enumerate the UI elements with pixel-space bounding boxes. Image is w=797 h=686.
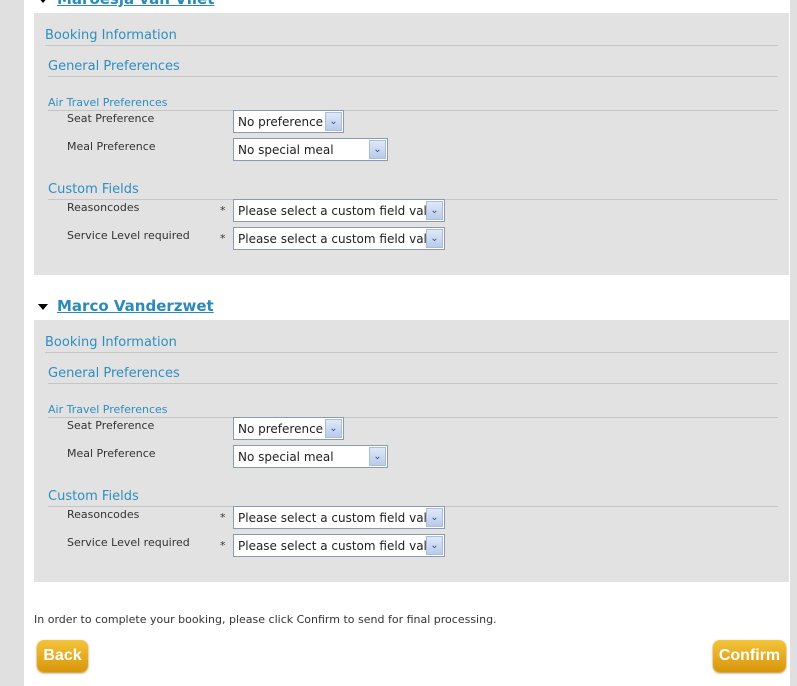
service-level-value: Please select a custom field value [238, 232, 442, 246]
meal-preference-value: No special meal [238, 450, 334, 464]
confirm-instructions: In order to complete your booking, pleas… [34, 613, 497, 626]
reasoncodes-select[interactable]: Please select a custom field value ⌄ [233, 199, 445, 222]
seat-preference-select[interactable]: No preference ⌄ [233, 110, 344, 133]
chevron-down-icon[interactable]: ⌄ [369, 447, 386, 466]
general-preferences-heading: General Preferences [48, 59, 778, 77]
chevron-down-icon[interactable]: ⌄ [426, 229, 443, 248]
chevron-down-icon[interactable]: ⌄ [369, 140, 386, 159]
service-level-label: Service Level required [67, 229, 190, 242]
service-level-value: Please select a custom field value [238, 539, 442, 553]
seat-preference-label: Seat Preference [67, 419, 155, 432]
air-travel-preferences-heading: Air Travel Preferences [48, 96, 778, 111]
service-level-select[interactable]: Please select a custom field value ⌄ [233, 534, 445, 557]
confirm-button[interactable]: Confirm [713, 640, 786, 672]
required-marker: * [220, 511, 226, 524]
seat-preference-value: No preference [238, 115, 324, 129]
seat-preference-value: No preference [238, 422, 324, 436]
meal-preference-label: Meal Preference [67, 447, 156, 460]
chevron-down-icon[interactable]: ⌄ [426, 508, 443, 527]
required-marker: * [220, 539, 226, 552]
collapse-triangle-icon[interactable] [38, 0, 48, 3]
back-button[interactable]: Back [37, 640, 88, 672]
reasoncodes-select[interactable]: Please select a custom field value ⌄ [233, 506, 445, 529]
traveler-panel: Booking Information General Preferences … [34, 13, 789, 275]
booking-information-heading: Booking Information [45, 28, 778, 46]
seat-preference-select[interactable]: No preference ⌄ [233, 417, 344, 440]
air-travel-preferences-heading: Air Travel Preferences [48, 403, 778, 418]
traveler-name[interactable]: Maroesja van Vliet [57, 0, 214, 8]
required-marker: * [220, 232, 226, 245]
custom-fields-heading: Custom Fields [48, 489, 778, 507]
collapse-triangle-icon[interactable] [38, 304, 48, 310]
traveler-name[interactable]: Marco Vanderzwet [57, 297, 214, 315]
seat-preference-label: Seat Preference [67, 112, 155, 125]
meal-preference-label: Meal Preference [67, 140, 156, 153]
service-level-select[interactable]: Please select a custom field value ⌄ [233, 227, 445, 250]
booking-information-heading: Booking Information [45, 335, 778, 353]
custom-fields-heading: Custom Fields [48, 182, 778, 200]
reasoncodes-value: Please select a custom field value [238, 511, 442, 525]
reasoncodes-label: Reasoncodes [67, 508, 140, 521]
meal-preference-select[interactable]: No special meal ⌄ [233, 445, 388, 468]
meal-preference-select[interactable]: No special meal ⌄ [233, 138, 388, 161]
chevron-down-icon[interactable]: ⌄ [325, 112, 342, 131]
traveler-name-link[interactable]: Maroesja van Vliet [34, 0, 214, 10]
traveler-name-link[interactable]: Marco Vanderzwet [34, 297, 214, 317]
chevron-down-icon[interactable]: ⌄ [426, 536, 443, 555]
page: Maroesja van Vliet Booking Information G… [24, 0, 790, 686]
service-level-label: Service Level required [67, 536, 190, 549]
required-marker: * [220, 204, 226, 217]
meal-preference-value: No special meal [238, 143, 334, 157]
reasoncodes-label: Reasoncodes [67, 201, 140, 214]
chevron-down-icon[interactable]: ⌄ [426, 201, 443, 220]
chevron-down-icon[interactable]: ⌄ [325, 419, 342, 438]
reasoncodes-value: Please select a custom field value [238, 204, 442, 218]
general-preferences-heading: General Preferences [48, 366, 778, 384]
traveler-panel: Booking Information General Preferences … [34, 320, 789, 582]
